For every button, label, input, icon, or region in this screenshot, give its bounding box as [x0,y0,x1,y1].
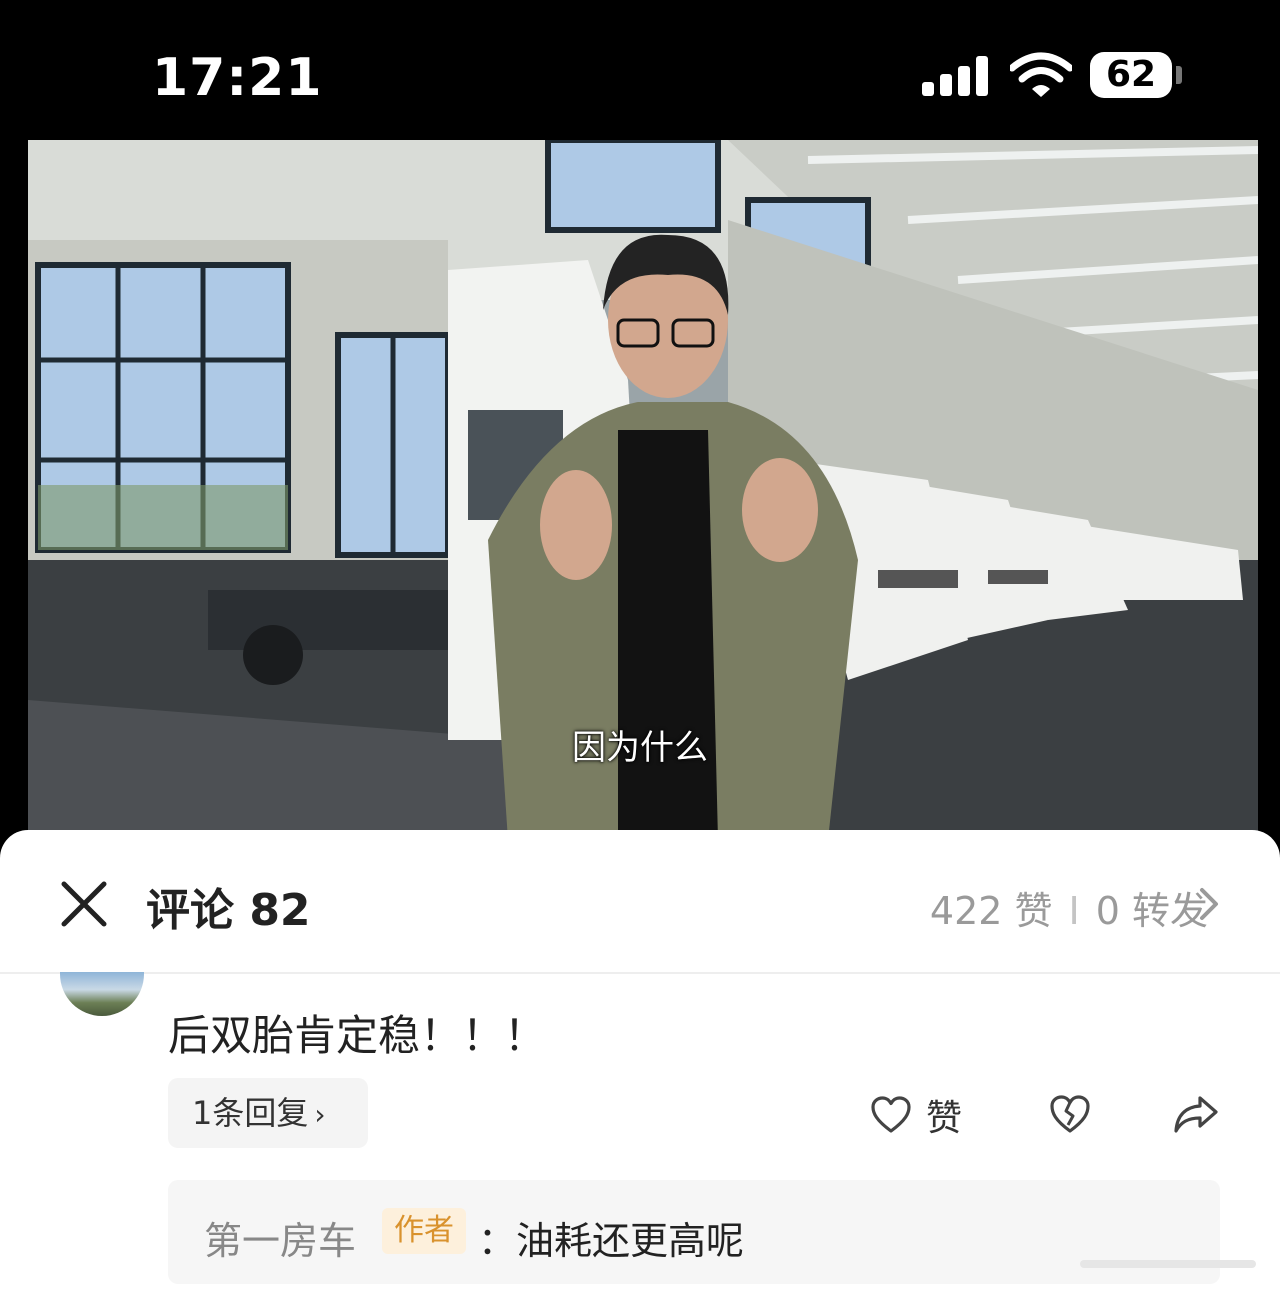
view-replies-label: 1条回复 [192,1094,309,1132]
reply-text: ：油耗还更高呢 [478,1219,745,1263]
shares-count: 0 转发 [1095,889,1208,933]
comments-header: 评论 82 422 赞 I 0 转发 [0,830,1280,974]
signal-icon [922,56,988,96]
comment-text: 后双胎肯定稳！！！ [168,1011,547,1060]
stats-separator: I [1068,889,1080,933]
status-time: 17:21 [152,48,323,108]
like-button[interactable]: 赞 [870,1090,962,1140]
wifi-icon [1010,52,1072,97]
share-icon[interactable] [1172,1092,1220,1136]
close-icon[interactable] [58,878,110,930]
reply-preview[interactable]: 第一房车 作者 ：油耗还更高呢 [168,1180,1220,1284]
heart-icon [871,1096,911,1133]
broken-heart-icon[interactable] [1048,1092,1092,1136]
battery-tip [1176,66,1182,84]
post-stats[interactable]: 422 赞 I 0 转发 [930,880,1208,935]
comments-sheet: 评论 82 422 赞 I 0 转发 后双胎肯定稳！！！ 1条回复 › 赞 第一房车 … [0,830,1280,1312]
scroll-indicator [1080,1260,1256,1268]
likes-count: 422 赞 [929,889,1053,933]
avatar[interactable] [60,972,144,1016]
like-label: 赞 [926,1098,963,1139]
reply-author[interactable]: 第一房车 [204,1210,356,1265]
video-player[interactable]: 因为什么 [28,140,1258,840]
battery-indicator: 62 [1090,52,1172,98]
comments-title: 评论 82 [146,885,311,936]
chevron-right-icon[interactable] [1196,884,1222,924]
view-replies-button[interactable]: 1条回复 › [168,1078,368,1148]
author-badge: 作者 [382,1208,466,1254]
status-bar: 17:21 62 [0,0,1280,140]
video-subtitle: 因为什么 [572,728,708,768]
chevron-right-icon: › [314,1098,326,1131]
